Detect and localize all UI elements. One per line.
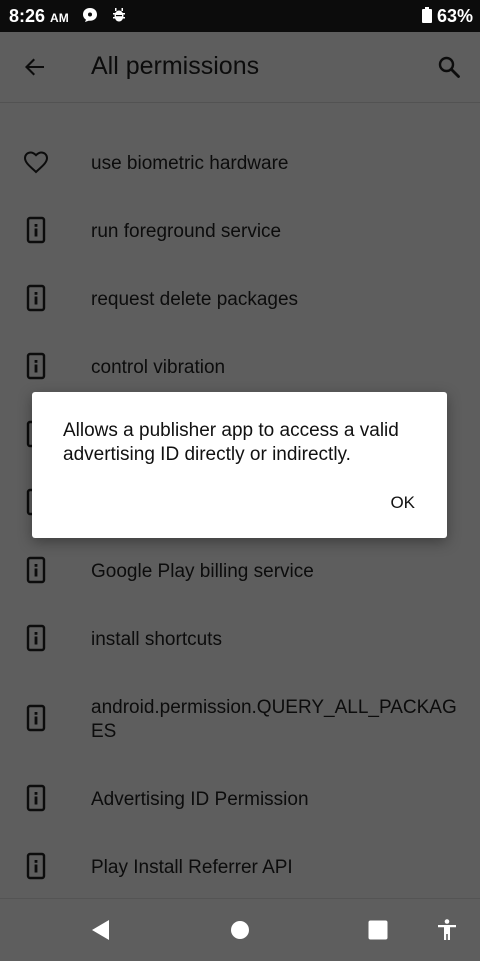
permission-label: Advertising ID Permission	[91, 789, 309, 810]
list-item[interactable]: android.permission.QUERY_ALL_PACKAGES	[0, 672, 480, 764]
list-item[interactable]: Google Play billing service	[0, 536, 480, 604]
app-bar: All permissions	[0, 32, 480, 103]
phone-info-icon	[26, 216, 46, 244]
phone-info-icon	[26, 704, 46, 732]
permission-label: install shortcuts	[91, 629, 222, 650]
recents-square-icon[interactable]	[366, 918, 390, 942]
permission-label: android.permission.QUERY_ALL_PACKAGES	[91, 697, 457, 742]
bug-icon	[113, 8, 125, 22]
battery-icon	[422, 7, 432, 23]
status-time-value: 8:26	[9, 6, 46, 26]
permission-label: run foreground service	[91, 221, 282, 242]
accessibility-icon[interactable]	[435, 918, 459, 942]
phone-info-icon	[26, 852, 46, 880]
navigation-bar	[0, 898, 480, 961]
permission-label: Play Install Referrer API	[91, 857, 293, 878]
status-time: 8:26 AM	[9, 6, 69, 27]
chat-bubble-icon	[83, 8, 97, 22]
list-item[interactable]: control vibration	[0, 332, 480, 400]
list-item[interactable]: use biometric hardware	[0, 128, 480, 196]
phone-info-icon	[26, 352, 46, 380]
list-item[interactable]: request delete packages	[0, 264, 480, 332]
home-circle-icon[interactable]	[228, 918, 252, 942]
search-icon[interactable]	[436, 54, 462, 80]
list-item[interactable]: install shortcuts	[0, 604, 480, 672]
heart-icon	[23, 151, 49, 174]
dialog-message: Allows a publisher app to access a valid…	[63, 420, 399, 465]
battery-percent: 63%	[437, 6, 474, 26]
permission-label: control vibration	[91, 357, 226, 378]
permission-label: Google Play billing service	[91, 561, 314, 582]
ok-button[interactable]: OK	[390, 493, 415, 513]
list-item[interactable]: Play Install Referrer API	[0, 832, 480, 900]
permission-label: use biometric hardware	[91, 153, 289, 174]
list-item[interactable]: Advertising ID Permission	[0, 764, 480, 832]
status-ampm: AM	[50, 11, 69, 25]
phone-info-icon	[26, 284, 46, 312]
page-title: All permissions	[91, 52, 260, 80]
phone-info-icon	[26, 624, 46, 652]
list-item[interactable]: run foreground service	[0, 196, 480, 264]
back-triangle-icon[interactable]	[89, 918, 113, 942]
permission-description-dialog: Allows a publisher app to access a valid…	[32, 392, 447, 538]
arrow-back-icon[interactable]	[22, 54, 48, 80]
phone-info-icon	[26, 556, 46, 584]
status-bar: 8:26 AM 63%	[0, 0, 480, 32]
permission-label: request delete packages	[91, 289, 299, 310]
phone-info-icon	[26, 784, 46, 812]
